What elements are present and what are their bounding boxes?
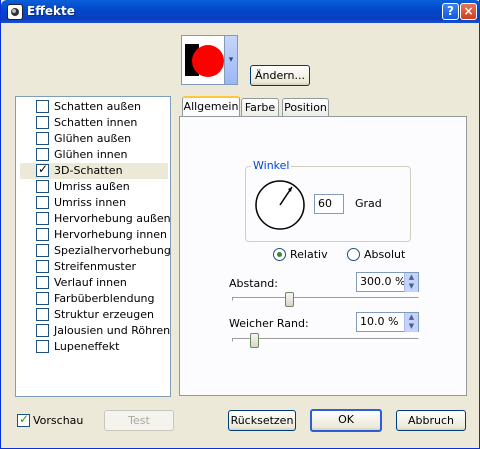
list-item[interactable]: Glühen innen	[20, 147, 168, 163]
effect-label: Jalousien und Röhren	[54, 324, 171, 337]
list-item[interactable]: Farbüberblendung	[20, 291, 168, 307]
effect-label: Streifenmuster	[54, 260, 137, 273]
list-item[interactable]: Schatten innen	[20, 115, 168, 131]
effects-list[interactable]: Schatten außen Schatten innen Glühen außen…	[15, 96, 171, 397]
tab-position[interactable]: Position	[282, 98, 329, 117]
preview-checkbox[interactable]: ✓	[17, 412, 30, 427]
effect-checkbox[interactable]	[36, 260, 49, 273]
list-item[interactable]: Hervorhebung innen	[20, 227, 168, 243]
effect-label: Umriss innen	[54, 196, 127, 209]
effect-checkbox[interactable]	[36, 100, 49, 113]
list-item[interactable]: Spezialhervorhebung	[20, 243, 171, 259]
list-item[interactable]: Verlauf innen	[20, 275, 168, 291]
effect-checkbox[interactable]	[36, 212, 49, 225]
preview-shape-icon	[185, 44, 224, 77]
effect-checkbox[interactable]	[36, 148, 49, 161]
preview-dropdown-button[interactable]: ▾	[224, 35, 238, 85]
list-item[interactable]: Umriss innen	[20, 195, 168, 211]
relative-label: Relativ	[290, 248, 328, 261]
preview-label: Vorschau	[33, 414, 84, 427]
effect-checkbox[interactable]: ✓	[36, 162, 49, 177]
app-icon	[7, 4, 23, 20]
checkmark-icon: ✓	[19, 412, 30, 426]
effect-checkbox[interactable]	[36, 308, 49, 321]
change-button[interactable]: Ändern...	[250, 65, 310, 86]
angle-unit-label: Grad	[355, 197, 382, 210]
absolute-label: Absolut	[364, 248, 406, 261]
effect-label: Lupeneffekt	[54, 340, 120, 353]
effect-label: Spezialhervorhebung	[54, 244, 171, 257]
distance-label: Abstand:	[229, 277, 278, 290]
effect-label: Struktur erzeugen	[54, 308, 154, 321]
effect-label: Verlauf innen	[54, 276, 127, 289]
distance-slider-track[interactable]	[232, 297, 419, 301]
effect-label: Farbüberblendung	[54, 292, 155, 305]
effect-checkbox[interactable]	[36, 244, 49, 257]
effect-label: Hervorhebung innen	[54, 228, 168, 241]
list-item[interactable]: Schatten außen	[20, 99, 168, 115]
ok-button[interactable]: OK	[310, 409, 382, 432]
effect-label: Schatten außen	[54, 100, 141, 113]
tab-allgemein[interactable]: Allgemein	[182, 96, 240, 117]
effect-label: Glühen innen	[54, 148, 128, 161]
list-item[interactable]: Lupeneffekt	[20, 339, 168, 355]
tab-farbe[interactable]: Farbe	[241, 98, 279, 117]
list-item[interactable]: ✓ 3D-Schatten	[20, 163, 168, 179]
effect-checkbox[interactable]	[36, 228, 49, 241]
list-item[interactable]: Glühen außen	[20, 131, 168, 147]
angle-dial[interactable]	[253, 178, 307, 232]
softness-value: 10.0 %	[360, 315, 399, 328]
softness-spinner[interactable]: ▲ ▼	[404, 313, 418, 332]
list-item[interactable]: Streifenmuster	[20, 259, 168, 275]
reset-button[interactable]: Rücksetzen	[228, 410, 296, 431]
chevron-down-icon: ▾	[228, 55, 234, 65]
list-item[interactable]: Struktur erzeugen	[20, 307, 168, 323]
list-item[interactable]: Umriss außen	[20, 179, 168, 195]
angle-group-title: Winkel	[251, 159, 292, 172]
effect-label: Glühen außen	[54, 132, 132, 145]
effect-checkbox[interactable]	[36, 180, 49, 193]
effect-checkbox[interactable]	[36, 340, 49, 353]
list-item[interactable]: Jalousien und Röhren	[20, 323, 171, 339]
distance-value: 300.0 %	[360, 275, 406, 288]
distance-slider-thumb[interactable]	[285, 292, 295, 307]
window-title: Effekte	[27, 4, 75, 18]
effect-label: Umriss außen	[54, 180, 130, 193]
effect-checkbox[interactable]	[36, 276, 49, 289]
effect-checkbox[interactable]	[36, 196, 49, 209]
effect-label: 3D-Schatten	[54, 164, 123, 177]
effect-checkbox[interactable]	[36, 324, 49, 337]
distance-spinner[interactable]: ▲ ▼	[404, 273, 418, 292]
effect-label: Schatten innen	[54, 116, 138, 129]
help-button[interactable]: ?	[442, 3, 459, 20]
absolute-radio[interactable]	[347, 248, 360, 261]
softness-label: Weicher Rand:	[229, 317, 309, 330]
softness-slider-thumb[interactable]	[249, 333, 259, 348]
effects-dialog: Effekte ? × ▾ Ändern... Schatten außen Sc…	[0, 0, 480, 449]
effect-label: Hervorhebung außen	[54, 212, 171, 225]
list-item[interactable]: Hervorhebung außen	[20, 211, 171, 227]
cancel-button[interactable]: Abbruch	[396, 410, 466, 431]
test-button[interactable]: Test	[104, 410, 174, 431]
angle-input[interactable]: 60	[314, 194, 344, 214]
close-button[interactable]: ×	[460, 3, 477, 20]
softness-slider-track[interactable]	[232, 338, 419, 342]
effect-checkbox[interactable]	[36, 292, 49, 305]
checkmark-icon: ✓	[38, 162, 49, 176]
relative-radio[interactable]	[273, 248, 286, 261]
effect-checkbox[interactable]	[36, 116, 49, 129]
effect-checkbox[interactable]	[36, 132, 49, 145]
title-bar[interactable]: Effekte ? ×	[1, 0, 480, 23]
